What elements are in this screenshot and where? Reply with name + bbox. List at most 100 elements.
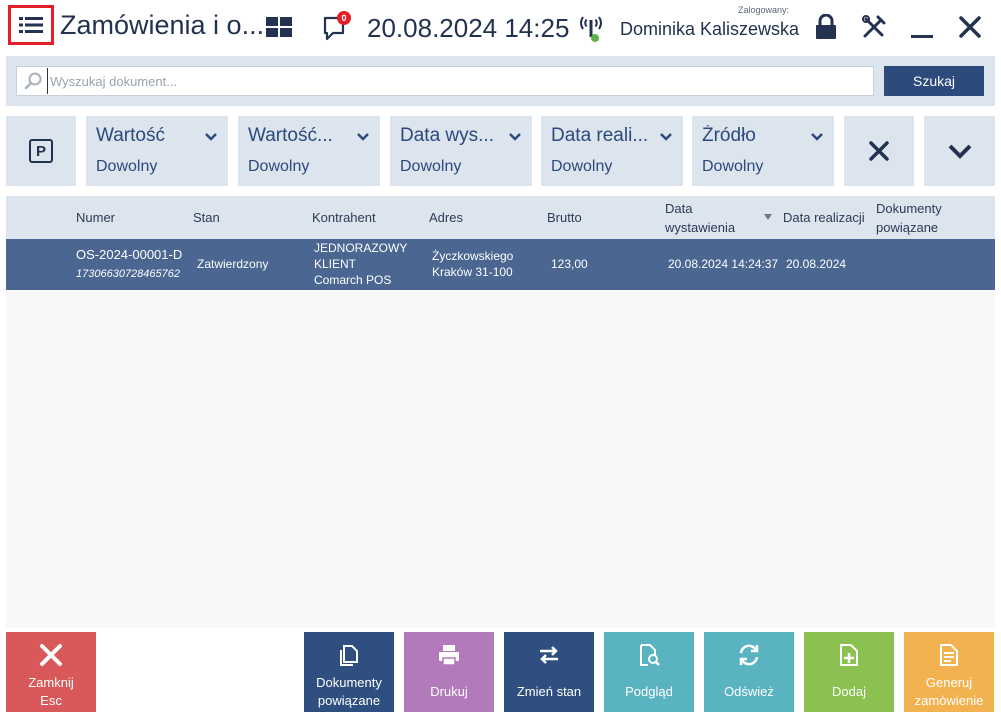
close-label: Zamknij [28,675,74,690]
filter-value: Dowolny [248,158,310,175]
column-kontrahent[interactable]: Kontrahent [312,210,376,225]
filter-wartosc-2[interactable]: Wartość... Dowolny [238,116,380,186]
print-button[interactable]: Drukuj [404,632,494,712]
column-dokumenty-line1[interactable]: Dokumenty [876,201,942,216]
add-label: Dodaj [832,684,866,699]
preview-button[interactable]: Podgląd [604,632,694,712]
search-button[interactable]: Szukaj [884,66,984,96]
notification-badge: 0 [337,11,351,25]
generate-order-button[interactable]: Generuj zamówienie [904,632,994,712]
close-app-button[interactable] [957,14,983,40]
column-adres[interactable]: Adres [429,210,463,225]
signal-icon [578,13,604,43]
filter-title: Data wys... [400,125,494,146]
table-row[interactable]: OS-2024-00001-D 17306630728465762 Zatwie… [6,239,995,290]
filter-title: Data reali... [551,125,649,146]
close-shortcut: Esc [40,693,62,708]
filter-data-wystawienia[interactable]: Data wys... Dowolny [390,116,532,186]
parking-button[interactable]: P [6,116,76,186]
refresh-button[interactable]: Odśwież [704,632,794,712]
filter-data-realizacji[interactable]: Data reali... Dowolny [541,116,683,186]
logged-in-label: Zalogowany: [738,5,790,15]
related-documents-button[interactable]: Dokumenty powiązane [304,632,394,712]
search-bar: Szukaj [6,56,995,106]
filter-title: Wartość [96,125,165,146]
document-add-icon [837,642,861,668]
row-numer-sub: 17306630728465762 [76,268,181,280]
related-label-line1: Dokumenty [316,675,382,690]
row-brutto: 123,00 [551,257,588,271]
document-search-icon [637,642,661,668]
filter-value: Dowolny [551,158,613,175]
notifications-button[interactable]: 0 [322,11,352,42]
filter-value: Dowolny [702,158,764,175]
documents-icon [337,642,361,668]
documents-table: Numer Stan Kontrahent Adres Brutto Data … [6,196,995,628]
change-state-button[interactable]: Zmień stan [504,632,594,712]
refresh-icon [737,642,761,668]
column-numer[interactable]: Numer [76,210,115,225]
column-stan[interactable]: Stan [193,210,220,225]
minimize-button[interactable] [909,14,935,40]
print-label: Drukuj [430,684,468,699]
document-lines-icon [937,642,961,668]
tiles-icon [266,17,292,37]
close-icon [39,642,63,668]
tools-icon [862,15,886,38]
list-menu-icon [19,17,43,33]
parking-icon: P [29,139,53,163]
search-field [16,66,874,96]
refresh-label: Odśwież [724,684,774,699]
add-button[interactable]: Dodaj [804,632,894,712]
printer-icon [437,642,461,668]
lock-button[interactable] [813,14,839,40]
lock-icon [816,14,836,39]
column-data-wystawienia-line2[interactable]: wystawienia [665,220,735,235]
column-brutto[interactable]: Brutto [547,210,582,225]
chevron-down-icon [357,133,369,141]
filter-title: Wartość... [248,125,333,146]
row-data-realizacji: 20.08.2024 [786,257,847,271]
close-icon [869,141,889,161]
swap-arrows-icon [537,642,561,668]
chevron-down-icon [948,144,971,159]
page-title: Zamówienia i o... [60,10,265,40]
filter-zrodlo[interactable]: Źródło Dowolny [692,116,834,186]
menu-button[interactable] [8,5,54,45]
filter-title: Źródło [702,125,756,146]
generate-label-line2: zamówienie [914,693,984,708]
table-header: Numer Stan Kontrahent Adres Brutto Data … [6,196,995,239]
row-kontrahent-line3: Comarch POS [314,273,392,287]
chevron-down-icon [660,133,672,141]
close-button[interactable]: Zamknij Esc [6,632,96,712]
preview-label: Podgląd [625,684,673,699]
row-stan: Zatwierdzony [197,257,269,271]
column-data-realizacji[interactable]: Data realizacji [783,210,865,225]
expand-filters-button[interactable] [924,116,995,186]
chevron-down-icon [509,133,521,141]
change-state-label: Zmień stan [516,684,582,699]
row-adres-line1: Życzkowskiego [432,249,514,263]
row-numer: OS-2024-00001-D [76,247,183,262]
filter-row: P Wartość Dowolny Wartość... Dowolny Dat… [6,116,995,186]
settings-button[interactable] [861,14,887,40]
datetime-display: 20.08.2024 14:25 [367,13,570,43]
clear-filters-button[interactable] [844,116,914,186]
tiles-button[interactable] [266,16,292,38]
chevron-down-icon [811,133,823,141]
row-kontrahent-line1: JEDNORAZOWY [314,241,408,255]
row-data-wystawienia: 20.08.2024 14:24:37 [668,257,779,271]
app-window: Zamówienia i o... 0 20.08.2024 14:25 Zal… [0,0,1001,719]
column-data-wystawienia-line1[interactable]: Data [665,201,692,216]
filter-wartosc-1[interactable]: Wartość Dowolny [86,116,228,186]
row-adres-line2: Kraków 31-100 [432,265,513,279]
minimize-icon [911,35,933,38]
search-input[interactable] [47,68,873,94]
close-icon [959,16,981,38]
row-kontrahent-line2: KLIENT [314,257,357,271]
chevron-down-icon [205,133,217,141]
column-dokumenty-line2[interactable]: powiązane [876,220,938,235]
filter-value: Dowolny [400,158,462,175]
user-name: Dominika Kaliszewska [620,19,800,39]
sort-desc-icon [764,214,772,220]
